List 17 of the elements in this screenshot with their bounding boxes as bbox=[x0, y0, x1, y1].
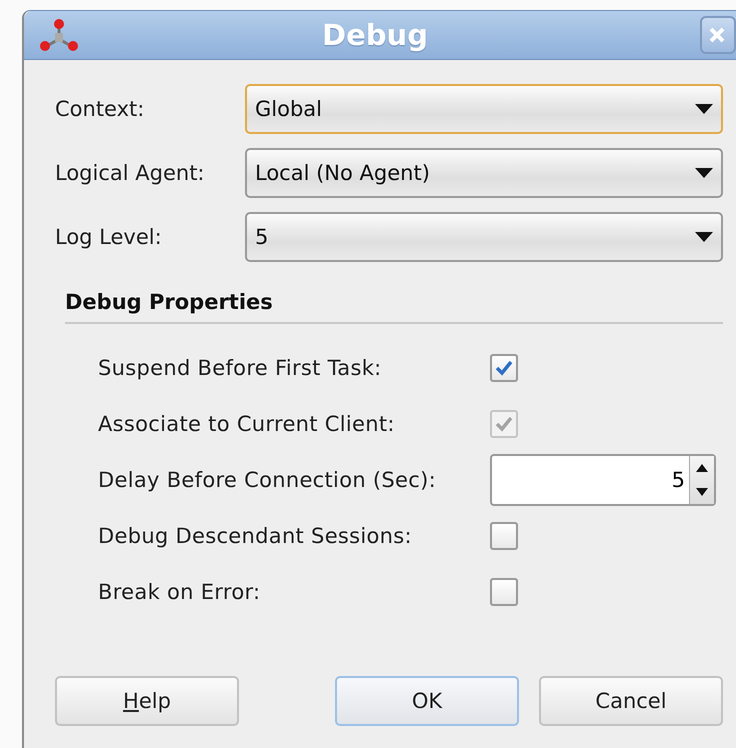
dropdown[interactable]: Global bbox=[245, 84, 723, 134]
dialog-button[interactable]: OK bbox=[335, 676, 519, 726]
field-label: Logical Agent: bbox=[55, 161, 206, 185]
option-label: Suspend Before First Task: bbox=[98, 356, 383, 380]
option-label: Delay Before Connection (Sec): bbox=[98, 468, 437, 492]
dropdown[interactable]: 5 bbox=[245, 212, 723, 262]
dialog-button[interactable]: Cancel bbox=[539, 676, 723, 726]
window-title: Debug bbox=[321, 18, 429, 52]
number-spinner[interactable]: 5 bbox=[490, 454, 716, 506]
field-label: Context: bbox=[55, 97, 146, 121]
field-label: Log Level: bbox=[55, 225, 163, 249]
section-title: Debug Properties bbox=[65, 290, 273, 314]
option-label: Debug Descendant Sessions: bbox=[98, 524, 413, 548]
dropdown[interactable]: Local (No Agent) bbox=[245, 148, 723, 198]
dialog-button[interactable]: Help bbox=[55, 676, 239, 726]
option-label: Associate to Current Client: bbox=[98, 412, 396, 436]
option-label: Break on Error: bbox=[98, 580, 262, 604]
